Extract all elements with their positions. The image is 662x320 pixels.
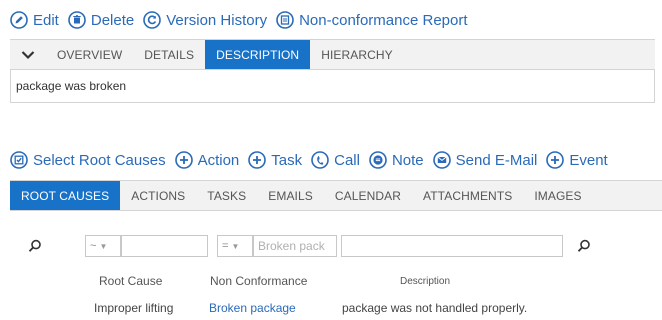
description-filter-input[interactable]: [341, 235, 563, 257]
record-toolbar: Edit Delete Version History Non-conforma…: [10, 9, 468, 31]
note-icon: [369, 151, 387, 169]
search-icon[interactable]: [577, 239, 591, 253]
root-cause-operator-select[interactable]: ~ ▼: [85, 235, 121, 257]
mail-icon: [432, 151, 451, 169]
delete-label: Delete: [90, 11, 135, 29]
column-header-root-cause[interactable]: Root Cause: [99, 274, 162, 288]
tab-root-causes[interactable]: ROOT CAUSES: [10, 181, 121, 210]
add-call-button[interactable]: Call: [311, 151, 360, 169]
add-note-button[interactable]: Note: [369, 151, 424, 169]
add-event-label: Event: [569, 151, 608, 169]
add-action-label: Action: [197, 151, 240, 169]
history-icon: [143, 11, 162, 29]
root-cause-filter-input[interactable]: [121, 235, 208, 257]
cell-description: package was not handled properly.: [342, 301, 528, 315]
tab-overview[interactable]: OVERVIEW: [46, 40, 133, 69]
nc-operator-select[interactable]: = ▼: [217, 235, 253, 257]
related-toolbar: Select Root Causes Action Task Call Note…: [10, 149, 608, 171]
tab-description[interactable]: DESCRIPTION: [205, 40, 311, 69]
tab-actions[interactable]: ACTIONS: [120, 181, 196, 210]
caret-down-icon: ▼: [231, 241, 240, 251]
select-root-causes-button[interactable]: Select Root Causes: [10, 151, 166, 169]
plus-circle-icon: [174, 151, 193, 169]
tab-details[interactable]: DETAILS: [133, 40, 205, 69]
description-panel: package was broken: [10, 70, 655, 103]
root-cause-operator-value: ~: [90, 240, 97, 252]
tab-emails[interactable]: EMAILS: [257, 181, 324, 210]
search-icon[interactable]: [28, 239, 42, 253]
add-task-button[interactable]: Task: [248, 151, 302, 169]
tab-images[interactable]: IMAGES: [523, 181, 592, 210]
add-action-button[interactable]: Action: [174, 151, 240, 169]
add-task-label: Task: [271, 151, 303, 169]
add-call-label: Call: [334, 151, 360, 169]
phone-icon: [311, 151, 329, 169]
select-icon: [10, 151, 28, 169]
trash-icon: [68, 11, 86, 29]
tab-hierarchy[interactable]: HIERARCHY: [310, 40, 404, 69]
cell-non-conformance-link[interactable]: Broken package: [209, 301, 296, 315]
tab-attachments[interactable]: ATTACHMENTS: [412, 181, 523, 210]
plus-circle-icon: [248, 151, 267, 169]
record-tab-bar: OVERVIEW DETAILS DESCRIPTION HIERARCHY: [10, 39, 655, 70]
report-icon: [276, 11, 294, 29]
collapse-toggle[interactable]: [10, 40, 46, 69]
cell-root-cause: Improper lifting: [94, 301, 174, 315]
send-email-label: Send E-Mail: [455, 151, 538, 169]
plus-circle-icon: [546, 151, 565, 169]
filter-row: ~ ▼ = ▼: [10, 235, 650, 257]
delete-button[interactable]: Delete: [68, 11, 134, 29]
nc-filter-input[interactable]: [253, 235, 337, 257]
column-header-non-conformance[interactable]: Non Conformance: [210, 274, 307, 288]
nc-operator-value: =: [222, 240, 229, 252]
nc-report-label: Non-conformance Report: [299, 11, 468, 29]
edit-label: Edit: [33, 11, 59, 29]
nc-report-button[interactable]: Non-conformance Report: [276, 11, 468, 29]
chevron-down-icon: [21, 50, 35, 60]
caret-down-icon: ▼: [99, 241, 108, 251]
version-history-label: Version History: [166, 11, 268, 29]
add-note-label: Note: [391, 151, 424, 169]
version-history-button[interactable]: Version History: [143, 11, 267, 29]
related-tab-bar: ROOT CAUSES ACTIONS TASKS EMAILS CALENDA…: [10, 180, 662, 211]
column-header-description[interactable]: Description: [400, 276, 450, 287]
tab-tasks[interactable]: TASKS: [196, 181, 257, 210]
description-text: package was broken: [16, 79, 127, 93]
send-email-button[interactable]: Send E-Mail: [432, 151, 538, 169]
edit-icon: [10, 11, 28, 29]
add-event-button[interactable]: Event: [546, 151, 608, 169]
edit-button[interactable]: Edit: [10, 11, 59, 29]
select-root-causes-label: Select Root Causes: [33, 151, 166, 169]
tab-calendar[interactable]: CALENDAR: [324, 181, 412, 210]
